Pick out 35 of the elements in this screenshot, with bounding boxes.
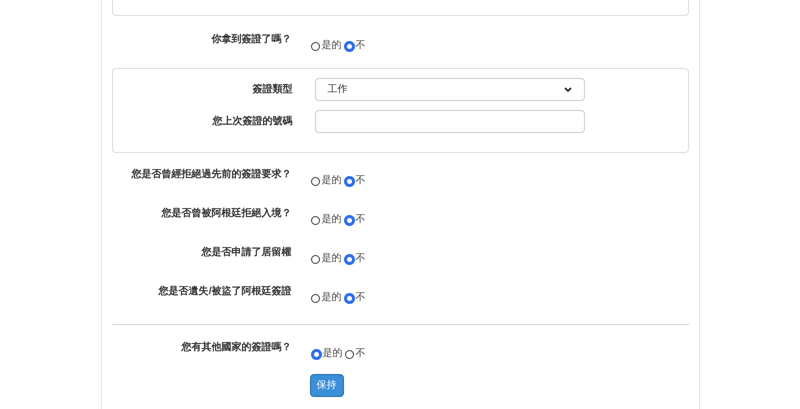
option-label: 不 [356, 41, 366, 51]
question-label: 您是否曾經拒絕過先前的簽證要求？ [130, 169, 292, 181]
question-label: 你拿到簽證了嗎？ [210, 34, 292, 46]
option-label: 不 [356, 254, 366, 264]
question-label: 您有其他國家的簽證嗎？ [180, 342, 292, 354]
radio-button[interactable] [344, 254, 354, 264]
chevron-down-icon [564, 86, 572, 92]
radio-button[interactable] [310, 254, 320, 264]
radio-button[interactable] [344, 176, 354, 186]
radio-button[interactable] [312, 350, 320, 358]
visa-number-input[interactable] [314, 110, 584, 133]
radio-button[interactable] [310, 216, 320, 224]
radio-button[interactable] [344, 216, 354, 224]
radio-button[interactable] [310, 176, 320, 186]
option-label: 不 [356, 349, 366, 359]
radio-button[interactable] [344, 350, 354, 358]
option-label: 不 [356, 293, 366, 303]
question-label: 您是否曾被阿根廷拒絕入境？ [160, 208, 292, 220]
radio-button[interactable] [344, 294, 354, 302]
option-label: 是的 [322, 41, 342, 51]
question-label: 您是否申請了居留權 [200, 247, 292, 259]
radio-button[interactable] [310, 42, 320, 50]
question-label: 您是否遺失/被盜了阿根廷簽證 [157, 286, 292, 298]
radio-button[interactable] [310, 294, 320, 302]
option-label: 不 [356, 215, 366, 225]
radio-button[interactable] [344, 42, 354, 50]
option-label: 不 [356, 176, 366, 186]
option-label: 是的 [322, 349, 342, 359]
visa-type-select[interactable]: 工作 [314, 78, 584, 101]
option-label: 是的 [322, 176, 342, 186]
field-label: 您上次簽證的號碼 [211, 114, 292, 129]
option-label: 是的 [322, 254, 342, 264]
option-label: 是的 [322, 293, 342, 303]
option-label: 是的 [322, 215, 342, 225]
field-label: 簽證類型 [252, 82, 292, 97]
